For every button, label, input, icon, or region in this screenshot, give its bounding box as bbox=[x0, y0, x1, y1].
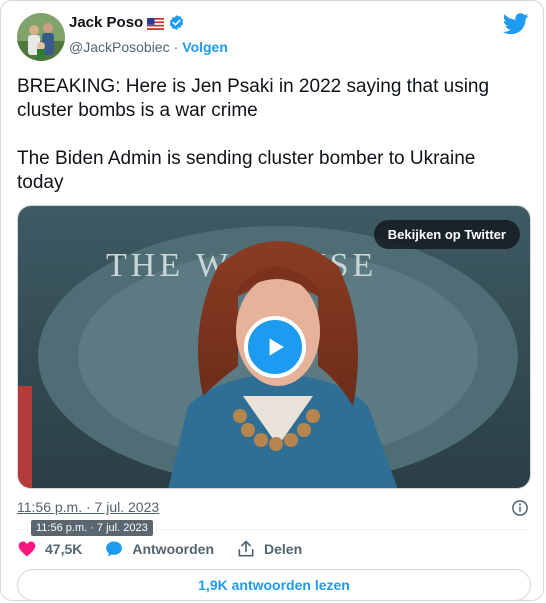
read-replies-button[interactable]: 1,9K antwoorden lezen bbox=[17, 569, 531, 600]
reply-icon bbox=[106, 541, 123, 557]
watch-on-twitter-button[interactable]: Bekijken op Twitter bbox=[373, 220, 520, 249]
reply-label: Antwoorden bbox=[132, 541, 215, 557]
timestamp-tooltip: 11:56 p.m. · 7 jul. 2023 bbox=[31, 520, 153, 536]
tweet-text: BREAKING: Here is Jen Psaki in 2022 sayi… bbox=[17, 76, 490, 193]
info-icon[interactable] bbox=[511, 499, 529, 517]
separator: · bbox=[173, 39, 179, 55]
share-label: Delen bbox=[264, 541, 303, 557]
follow-button[interactable]: Volgen bbox=[182, 39, 228, 55]
author-name-row: Jack Poso bbox=[69, 14, 185, 31]
play-icon bbox=[269, 338, 284, 356]
us-flag-icon bbox=[147, 17, 165, 30]
tweet-timestamp[interactable]: 11:56 p.m. · 7 jul. 2023 bbox=[17, 499, 159, 515]
verified-badge-icon bbox=[168, 14, 185, 31]
author-name[interactable]: Jack Poso bbox=[69, 14, 143, 31]
reply-button[interactable]: Antwoorden bbox=[104, 539, 214, 559]
play-button[interactable] bbox=[244, 316, 306, 378]
avatar[interactable] bbox=[17, 13, 65, 61]
author-handle-row: @JackPosobiec · Volgen bbox=[69, 39, 228, 55]
twitter-bird-icon[interactable] bbox=[502, 13, 529, 35]
like-button[interactable]: 47,5K bbox=[17, 539, 82, 559]
share-icon bbox=[238, 540, 254, 557]
like-count: 47,5K bbox=[45, 541, 83, 557]
author-handle[interactable]: @JackPosobiec bbox=[69, 39, 170, 55]
video-player[interactable]: THE W HOUSE Bekijken op Twitter bbox=[17, 205, 531, 489]
share-button[interactable]: Delen bbox=[236, 539, 302, 559]
action-bar: 47,5K Antwoorden Delen bbox=[17, 539, 324, 559]
tweet-card: Jack Poso @JackPosobiec · Volgen BREAKIN… bbox=[0, 0, 544, 601]
heart-icon bbox=[18, 541, 36, 557]
